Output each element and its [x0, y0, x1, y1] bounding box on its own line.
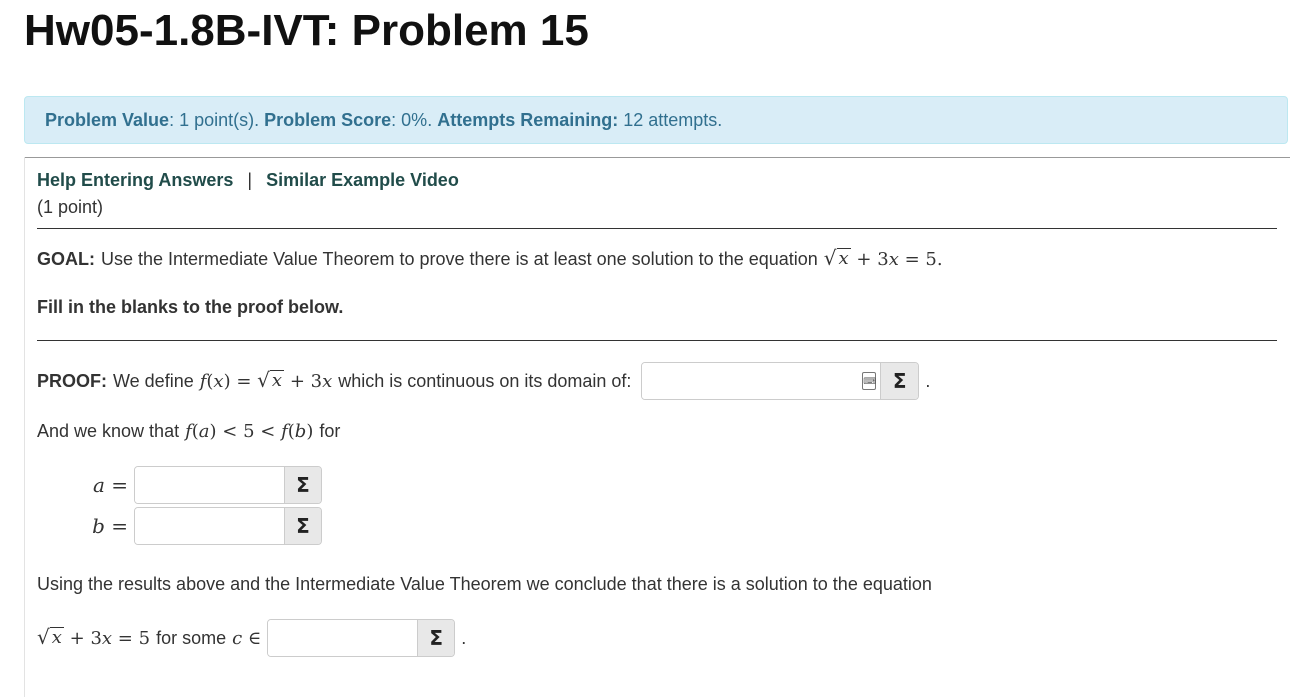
domain-input[interactable] — [642, 363, 859, 399]
divider — [37, 340, 1277, 341]
know-text-after: for — [319, 421, 341, 441]
point-value: (1 point) — [37, 197, 104, 217]
sigma-icon[interactable]: Σ — [284, 467, 321, 503]
goal-equation: √ x + 3x = 5. — [823, 246, 943, 270]
c-answer-field: Σ — [267, 619, 456, 657]
goal-text: Use the Intermediate Value Theorem to pr… — [101, 248, 818, 269]
problem-value-label: Problem Value — [45, 109, 170, 130]
c-input[interactable] — [268, 620, 418, 656]
problem-value-text: : 1 point(s). — [169, 109, 260, 130]
proof-text-after: which is continuous on its domain of: — [338, 370, 632, 391]
keyboard-icon[interactable]: ⌨ — [858, 363, 880, 399]
divider — [37, 228, 1277, 229]
sigma-icon[interactable]: Σ — [417, 620, 455, 656]
for-some-text: for some — [156, 627, 227, 648]
conclusion-text: Using the results above and the Intermed… — [37, 574, 932, 594]
problem-info-banner: Problem Value: 1 point(s). Problem Score… — [24, 96, 1288, 144]
b-label: b = — [92, 514, 128, 538]
period: . — [461, 627, 467, 648]
period: . — [925, 370, 931, 391]
link-separator: | — [247, 170, 253, 190]
b-answer-field: Σ — [134, 507, 322, 545]
fill-in-instruction: Fill in the blanks to the proof below. — [37, 297, 344, 317]
attempts-remaining-label: Attempts Remaining: — [437, 109, 619, 130]
domain-answer-field: ⌨ Σ — [641, 362, 920, 400]
final-equation: √ x + 3x = 5 — [37, 625, 151, 649]
help-links: Help Entering Answers | Similar Example Vi… — [37, 170, 459, 191]
panel-border — [24, 157, 25, 697]
problem-score-label: Problem Score — [264, 109, 392, 130]
divider — [24, 157, 1290, 158]
know-text-before: And we know that — [37, 421, 180, 441]
sigma-icon[interactable]: Σ — [880, 363, 919, 399]
help-entering-answers-link[interactable]: Help Entering Answers — [37, 170, 233, 190]
know-statement: And we know that f(a) < 5 < f(b) for — [37, 421, 340, 442]
final-row: √ x + 3x = 5 for some c ∈ Σ . — [37, 619, 466, 657]
a-input[interactable] — [135, 467, 284, 503]
c-membership: c ∈ — [232, 627, 262, 649]
proof-text-before: We define — [113, 370, 194, 391]
inequality: f(a) < 5 < f(b) — [185, 421, 314, 442]
function-definition: f(x) = √ x + 3x — [199, 368, 333, 392]
goal-statement: GOAL: Use the Intermediate Value Theorem… — [37, 248, 943, 270]
b-row: b = Σ — [80, 507, 322, 545]
a-row: a = Σ — [80, 466, 322, 504]
proof-label: PROOF: — [37, 370, 107, 391]
attempts-remaining-text: 12 attempts. — [623, 109, 723, 130]
b-input[interactable] — [135, 508, 284, 544]
goal-label: GOAL: — [37, 248, 95, 269]
proof-row: PROOF: We define f(x) = √ x + 3x which is… — [37, 362, 930, 400]
page-title: Hw05-1.8B-IVT: Problem 15 — [24, 6, 589, 55]
problem-score-text: : 0%. — [391, 109, 433, 130]
a-label: a = — [92, 473, 128, 497]
similar-example-video-link[interactable]: Similar Example Video — [266, 170, 459, 190]
sigma-icon[interactable]: Σ — [284, 508, 321, 544]
a-answer-field: Σ — [134, 466, 322, 504]
